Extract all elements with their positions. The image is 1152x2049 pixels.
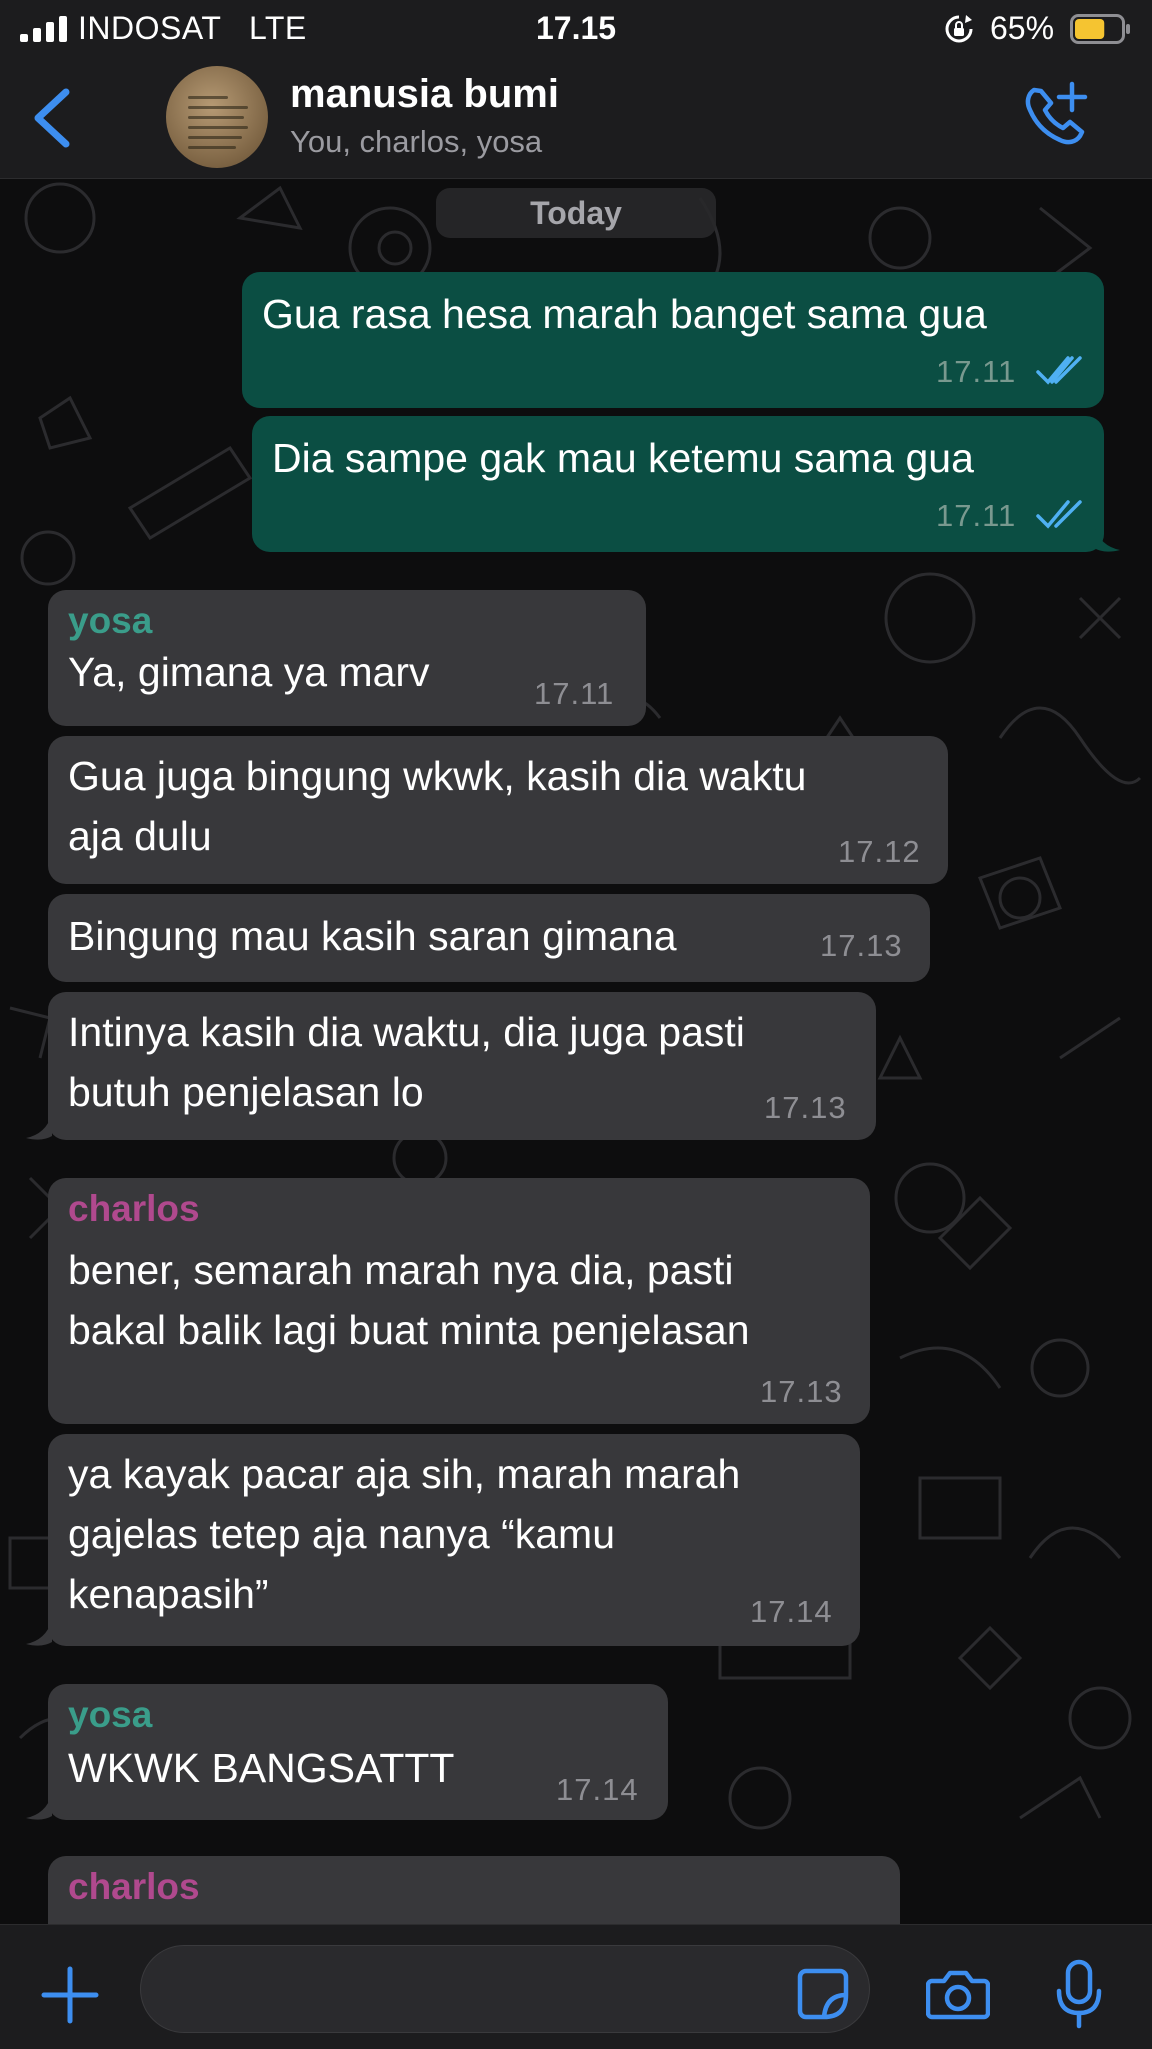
message-time: 17.11	[936, 498, 1017, 533]
bubble-tail	[26, 1620, 52, 1646]
incoming-message[interactable]: yosa WKWK BANGSATTT 17.14	[26, 1684, 668, 1820]
double-check-icon	[1036, 500, 1082, 529]
message-text: Gua rasa hesa marah banget sama gua	[262, 291, 987, 337]
chat-title[interactable]: manusia bumi	[290, 72, 559, 117]
message-time: 17.14	[750, 1594, 833, 1629]
outgoing-message[interactable]: Gua rasa hesa marah banget sama gua 17.1…	[242, 272, 1104, 408]
status-bar: INDOSAT LTE 17.15 65%	[0, 0, 1152, 58]
battery-icon	[1070, 14, 1130, 44]
message-text: Dia sampe gak mau ketemu sama gua	[272, 435, 974, 481]
incoming-message[interactable]: ya kayak pacar aja sih, marah marah gaje…	[26, 1434, 860, 1646]
sender-name[interactable]: charlos	[68, 1188, 200, 1230]
message-text: Bingung mau kasih saran gimana	[68, 913, 677, 959]
incoming-message[interactable]: yosa Ya, gimana ya marv 17.11	[48, 590, 646, 726]
microphone-icon[interactable]	[1054, 1959, 1104, 2029]
chat-participants[interactable]: You, charlos, yosa	[290, 124, 542, 160]
message-text-line: aja dulu	[68, 813, 212, 859]
message-text-line: ya kayak pacar aja sih, marah marah	[68, 1451, 741, 1497]
plus-icon[interactable]	[38, 1963, 102, 2027]
camera-icon[interactable]	[926, 1967, 990, 2021]
incoming-message[interactable]: Gua juga bingung wkwk, kasih dia waktu a…	[48, 736, 948, 884]
message-text-line: Intinya kasih dia waktu, dia juga pasti	[68, 1009, 745, 1055]
battery-percentage: 65%	[990, 10, 1055, 46]
date-separator: Today	[436, 188, 716, 238]
message-input-bar	[0, 1924, 1152, 2049]
message-time: 17.12	[838, 834, 921, 869]
message-time: 17.13	[820, 928, 903, 963]
message-text-line: butuh penjelasan lo	[68, 1069, 424, 1115]
add-call-icon[interactable]	[1020, 80, 1090, 150]
incoming-message[interactable]: Bingung mau kasih saran gimana 17.13	[48, 894, 930, 982]
message-time: 17.13	[760, 1374, 843, 1409]
bubble-tail	[26, 1114, 52, 1140]
signal-strength-icon	[20, 16, 67, 42]
bubble-tail	[26, 1794, 52, 1820]
message-text-line: bener, semarah marah nya dia, pasti	[68, 1247, 734, 1293]
sticker-icon[interactable]	[796, 1967, 850, 2021]
incoming-message[interactable]: Intinya kasih dia waktu, dia juga pasti …	[26, 992, 876, 1140]
incoming-message[interactable]: charlos bener, semarah marah nya dia, pa…	[48, 1178, 870, 1424]
message-text-line: bakal balik lagi buat minta penjelasan	[68, 1307, 750, 1353]
message-text-line: kenapasih”	[68, 1571, 269, 1617]
message-text: Ya, gimana ya marv	[68, 649, 430, 695]
group-avatar[interactable]	[166, 66, 268, 168]
sender-name[interactable]: yosa	[68, 1694, 152, 1736]
outgoing-message[interactable]: Dia sampe gak mau ketemu sama gua 17.11	[252, 416, 1120, 552]
chat-header: manusia bumi You, charlos, yosa	[0, 58, 1152, 179]
rotation-lock-icon	[945, 15, 973, 43]
bubble-tail	[1094, 526, 1120, 552]
carrier-label: INDOSAT LTE	[78, 10, 307, 46]
sender-name[interactable]: charlos	[68, 1866, 200, 1908]
message-text: WKWK BANGSATTT	[68, 1745, 455, 1791]
clock: 17.15	[536, 10, 617, 46]
message-text-line: Gua juga bingung wkwk, kasih dia waktu	[68, 753, 807, 799]
message-time: 17.11	[534, 676, 615, 711]
message-time: 17.11	[936, 354, 1017, 389]
chevron-left-icon[interactable]	[28, 86, 78, 150]
message-text-line: gajelas tetep aja nanya “kamu	[68, 1511, 616, 1557]
sender-name[interactable]: yosa	[68, 600, 152, 642]
message-time: 17.13	[764, 1090, 847, 1125]
message-time: 17.14	[556, 1772, 639, 1807]
message-input[interactable]	[140, 1945, 870, 2033]
double-check-icon	[1036, 356, 1082, 385]
